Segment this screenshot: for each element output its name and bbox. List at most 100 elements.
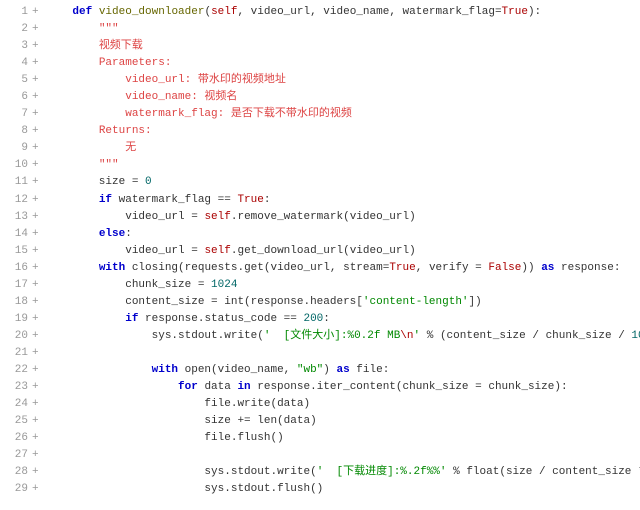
code-content: if response.status_code == 200: [46,311,640,328]
diff-add-marker: + [32,192,46,209]
code-line: 9+ 无 [0,140,640,157]
code-content: Parameters: [46,55,640,72]
code-line: 27+ [0,447,640,464]
code-line: 23+ for data in response.iter_content(ch… [0,379,640,396]
code-content: chunk_size = 1024 [46,277,640,294]
diff-add-marker: + [32,140,46,157]
code-content: file.write(data) [46,396,640,413]
code-line: 13+ video_url = self.remove_watermark(vi… [0,209,640,226]
line-number: 29 [0,481,32,498]
code-line: 26+ file.flush() [0,430,640,447]
line-number: 6 [0,89,32,106]
code-content: else: [46,226,640,243]
code-line: 7+ watermark_flag: 是否下载不带水印的视频 [0,106,640,123]
code-content: sys.stdout.write(' [下载进度]:%.2f%%' % floa… [46,464,640,481]
line-number: 10 [0,157,32,174]
code-line: 12+ if watermark_flag == True: [0,192,640,209]
diff-add-marker: + [32,430,46,447]
code-content: size += len(data) [46,413,640,430]
code-line: 19+ if response.status_code == 200: [0,311,640,328]
code-line: 1+ def video_downloader(self, video_url,… [0,4,640,21]
code-diff-view: 1+ def video_downloader(self, video_url,… [0,4,640,498]
diff-add-marker: + [32,106,46,123]
code-line: 3+ 视频下载 [0,38,640,55]
code-content: """ [46,157,640,174]
diff-add-marker: + [32,72,46,89]
line-number: 5 [0,72,32,89]
code-line: 21+ [0,345,640,362]
code-content: 视频下载 [46,38,640,55]
line-number: 15 [0,243,32,260]
line-number: 7 [0,106,32,123]
diff-add-marker: + [32,4,46,21]
diff-add-marker: + [32,21,46,38]
line-number: 13 [0,209,32,226]
diff-add-marker: + [32,464,46,481]
code-content: video_url = self.remove_watermark(video_… [46,209,640,226]
code-line: 18+ content_size = int(response.headers[… [0,294,640,311]
code-line: 17+ chunk_size = 1024 [0,277,640,294]
code-content [46,345,640,362]
diff-add-marker: + [32,447,46,464]
line-number: 11 [0,174,32,191]
code-line: 8+ Returns: [0,123,640,140]
diff-add-marker: + [32,123,46,140]
code-content: file.flush() [46,430,640,447]
line-number: 4 [0,55,32,72]
code-line: 4+ Parameters: [0,55,640,72]
code-line: 11+ size = 0 [0,174,640,191]
line-number: 22 [0,362,32,379]
line-number: 3 [0,38,32,55]
code-content: Returns: [46,123,640,140]
code-content: sys.stdout.flush() [46,481,640,498]
code-line: 6+ video_name: 视频名 [0,89,640,106]
code-line: 28+ sys.stdout.write(' [下载进度]:%.2f%%' % … [0,464,640,481]
code-content: with open(video_name, "wb") as file: [46,362,640,379]
line-number: 12 [0,192,32,209]
diff-add-marker: + [32,481,46,498]
line-number: 20 [0,328,32,345]
diff-add-marker: + [32,157,46,174]
code-content: if watermark_flag == True: [46,192,640,209]
line-number: 1 [0,4,32,21]
line-number: 16 [0,260,32,277]
code-line: 22+ with open(video_name, "wb") as file: [0,362,640,379]
code-content: for data in response.iter_content(chunk_… [46,379,640,396]
code-content: size = 0 [46,174,640,191]
diff-add-marker: + [32,277,46,294]
code-content: video_url: 带水印的视频地址 [46,72,640,89]
diff-add-marker: + [32,345,46,362]
line-number: 19 [0,311,32,328]
diff-add-marker: + [32,38,46,55]
code-content: content_size = int(response.headers['con… [46,294,640,311]
line-number: 27 [0,447,32,464]
code-line: 24+ file.write(data) [0,396,640,413]
code-line: 10+ """ [0,157,640,174]
code-content: watermark_flag: 是否下载不带水印的视频 [46,106,640,123]
code-content: with closing(requests.get(video_url, str… [46,260,640,277]
diff-add-marker: + [32,174,46,191]
code-content: video_url = self.get_download_url(video_… [46,243,640,260]
diff-add-marker: + [32,362,46,379]
diff-add-marker: + [32,260,46,277]
code-content: video_name: 视频名 [46,89,640,106]
diff-add-marker: + [32,328,46,345]
diff-add-marker: + [32,413,46,430]
diff-add-marker: + [32,379,46,396]
code-line: 16+ with closing(requests.get(video_url,… [0,260,640,277]
code-line: 5+ video_url: 带水印的视频地址 [0,72,640,89]
diff-add-marker: + [32,209,46,226]
diff-add-marker: + [32,226,46,243]
diff-add-marker: + [32,294,46,311]
code-content: 无 [46,140,640,157]
line-number: 8 [0,123,32,140]
code-content: sys.stdout.write(' [文件大小]:%0.2f MB\n' % … [46,328,640,345]
diff-add-marker: + [32,396,46,413]
line-number: 26 [0,430,32,447]
diff-add-marker: + [32,55,46,72]
line-number: 21 [0,345,32,362]
code-line: 25+ size += len(data) [0,413,640,430]
code-line: 14+ else: [0,226,640,243]
code-content: def video_downloader(self, video_url, vi… [46,4,640,21]
line-number: 23 [0,379,32,396]
